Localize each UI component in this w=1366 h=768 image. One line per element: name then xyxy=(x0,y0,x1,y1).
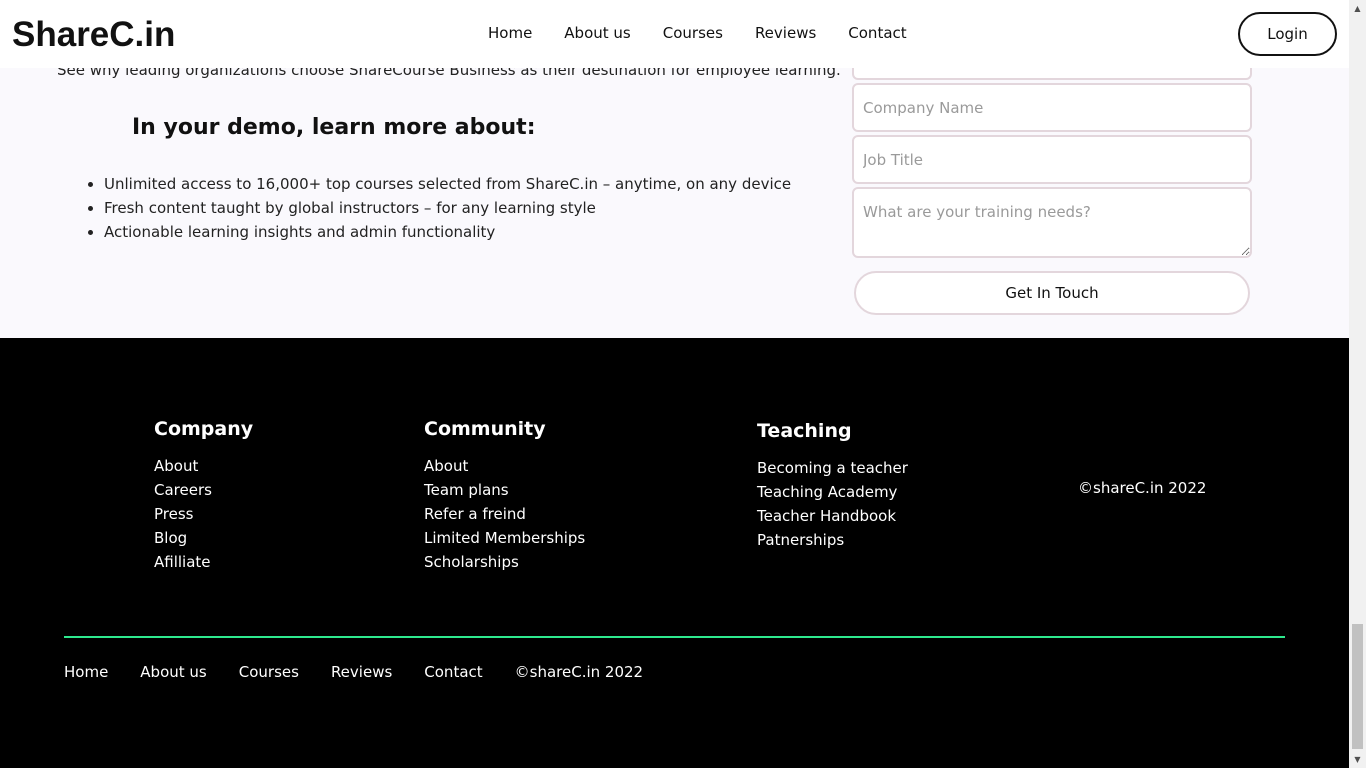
demo-heading: In your demo, learn more about: xyxy=(132,115,536,140)
nav-about-link[interactable]: About us xyxy=(564,24,630,42)
footer-teaching-title: Teaching xyxy=(757,420,852,442)
training-needs-textarea[interactable] xyxy=(852,187,1252,258)
footer-link-partnerships[interactable]: Patnerships xyxy=(757,529,908,553)
footer-link-about[interactable]: About xyxy=(154,455,253,479)
footer-link-becoming-teacher[interactable]: Becoming a teacher xyxy=(757,457,908,481)
get-in-touch-button[interactable]: Get In Touch xyxy=(854,271,1250,315)
footer-link-affiliate[interactable]: Afilliate xyxy=(154,551,253,575)
bottom-contact-link[interactable]: Contact xyxy=(424,663,482,681)
bottom-courses-link[interactable]: Courses xyxy=(239,663,299,681)
scroll-up-arrow-icon[interactable]: ▲ xyxy=(1349,0,1366,17)
footer-link-careers[interactable]: Careers xyxy=(154,479,253,503)
nav-home-link[interactable]: Home xyxy=(488,24,532,42)
footer-company-title: Company xyxy=(154,418,254,440)
list-item: Actionable learning insights and admin f… xyxy=(104,221,791,245)
footer-copyright: ©shareC.in 2022 xyxy=(1078,479,1207,497)
list-item: Fresh content taught by global instructo… xyxy=(104,197,791,221)
footer-community-title: Community xyxy=(424,418,546,440)
list-item: Unlimited access to 16,000+ top courses … xyxy=(104,173,791,197)
footer-bottom-nav: Home About us Courses Reviews Contact ©s… xyxy=(64,663,643,681)
footer-link-community-about[interactable]: About xyxy=(424,455,585,479)
footer-link-press[interactable]: Press xyxy=(154,503,253,527)
scroll-down-arrow-icon[interactable]: ▼ xyxy=(1349,751,1366,768)
demo-benefits-list: Unlimited access to 16,000+ top courses … xyxy=(104,173,791,245)
footer-link-scholarships[interactable]: Scholarships xyxy=(424,551,585,575)
navbar: ShareC.in Home About us Courses Reviews … xyxy=(0,0,1349,68)
footer-community-column: Community About Team plans Refer a frein… xyxy=(424,418,585,575)
footer-link-blog[interactable]: Blog xyxy=(154,527,253,551)
bottom-about-link[interactable]: About us xyxy=(140,663,206,681)
footer-divider xyxy=(64,636,1285,638)
bottom-home-link[interactable]: Home xyxy=(64,663,108,681)
footer-company-column: Company About Careers Press Blog Afillia… xyxy=(154,418,253,575)
job-title-input[interactable] xyxy=(852,135,1252,184)
scrollbar-thumb[interactable] xyxy=(1352,624,1363,749)
login-button[interactable]: Login xyxy=(1238,12,1337,56)
footer-link-team-plans[interactable]: Team plans xyxy=(424,479,585,503)
footer: Company About Careers Press Blog Afillia… xyxy=(0,338,1349,768)
company-name-input[interactable] xyxy=(852,83,1252,132)
page: See why leading organizations choose Sha… xyxy=(0,0,1366,768)
footer-link-refer[interactable]: Refer a freind xyxy=(424,503,585,527)
vertical-scrollbar[interactable]: ▲ ▼ xyxy=(1349,0,1366,768)
footer-link-teacher-handbook[interactable]: Teacher Handbook xyxy=(757,505,908,529)
footer-link-teaching-academy[interactable]: Teaching Academy xyxy=(757,481,908,505)
logo[interactable]: ShareC.in xyxy=(12,15,175,55)
nav-reviews-link[interactable]: Reviews xyxy=(755,24,816,42)
nav-contact-link[interactable]: Contact xyxy=(848,24,906,42)
bottom-copyright: ©shareC.in 2022 xyxy=(514,663,644,681)
main-nav: Home About us Courses Reviews Contact xyxy=(488,24,939,42)
bottom-reviews-link[interactable]: Reviews xyxy=(331,663,392,681)
footer-link-memberships[interactable]: Limited Memberships xyxy=(424,527,585,551)
footer-teaching-column: Teaching Becoming a teacher Teaching Aca… xyxy=(757,420,908,553)
nav-courses-link[interactable]: Courses xyxy=(663,24,723,42)
